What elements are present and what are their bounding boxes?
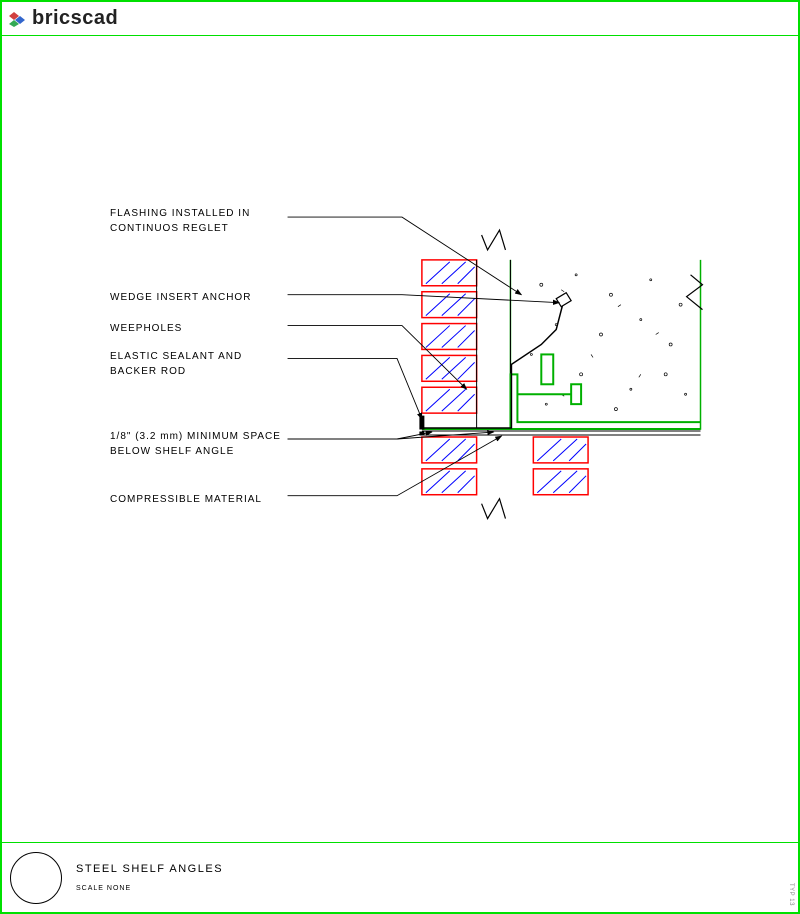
drawing-scale: SCALE NONE [76, 885, 223, 892]
inner-brick-hatch [537, 439, 586, 493]
title-block: STEEL SHELF ANGLES SCALE NONE [2, 842, 798, 912]
app-frame: bricscad [0, 0, 800, 914]
cad-detail-svg [2, 36, 798, 842]
concrete-stipple [530, 274, 686, 411]
side-credit: TYP 13 [788, 883, 794, 906]
brick-veneer [422, 260, 477, 495]
bricscad-logo-icon [8, 10, 26, 28]
wedge-insert [556, 293, 571, 307]
drawing-title: STEEL SHELF ANGLES [76, 863, 223, 875]
title-texts: STEEL SHELF ANGLES SCALE NONE [76, 863, 223, 892]
header-bar: bricscad [2, 2, 798, 36]
drawing-area: FLASHING INSTALLED IN CONTINUOS REGLET W… [2, 36, 798, 842]
leaders [288, 217, 560, 496]
brand-text: bricscad [32, 7, 118, 30]
detail-number-circle [10, 852, 62, 904]
